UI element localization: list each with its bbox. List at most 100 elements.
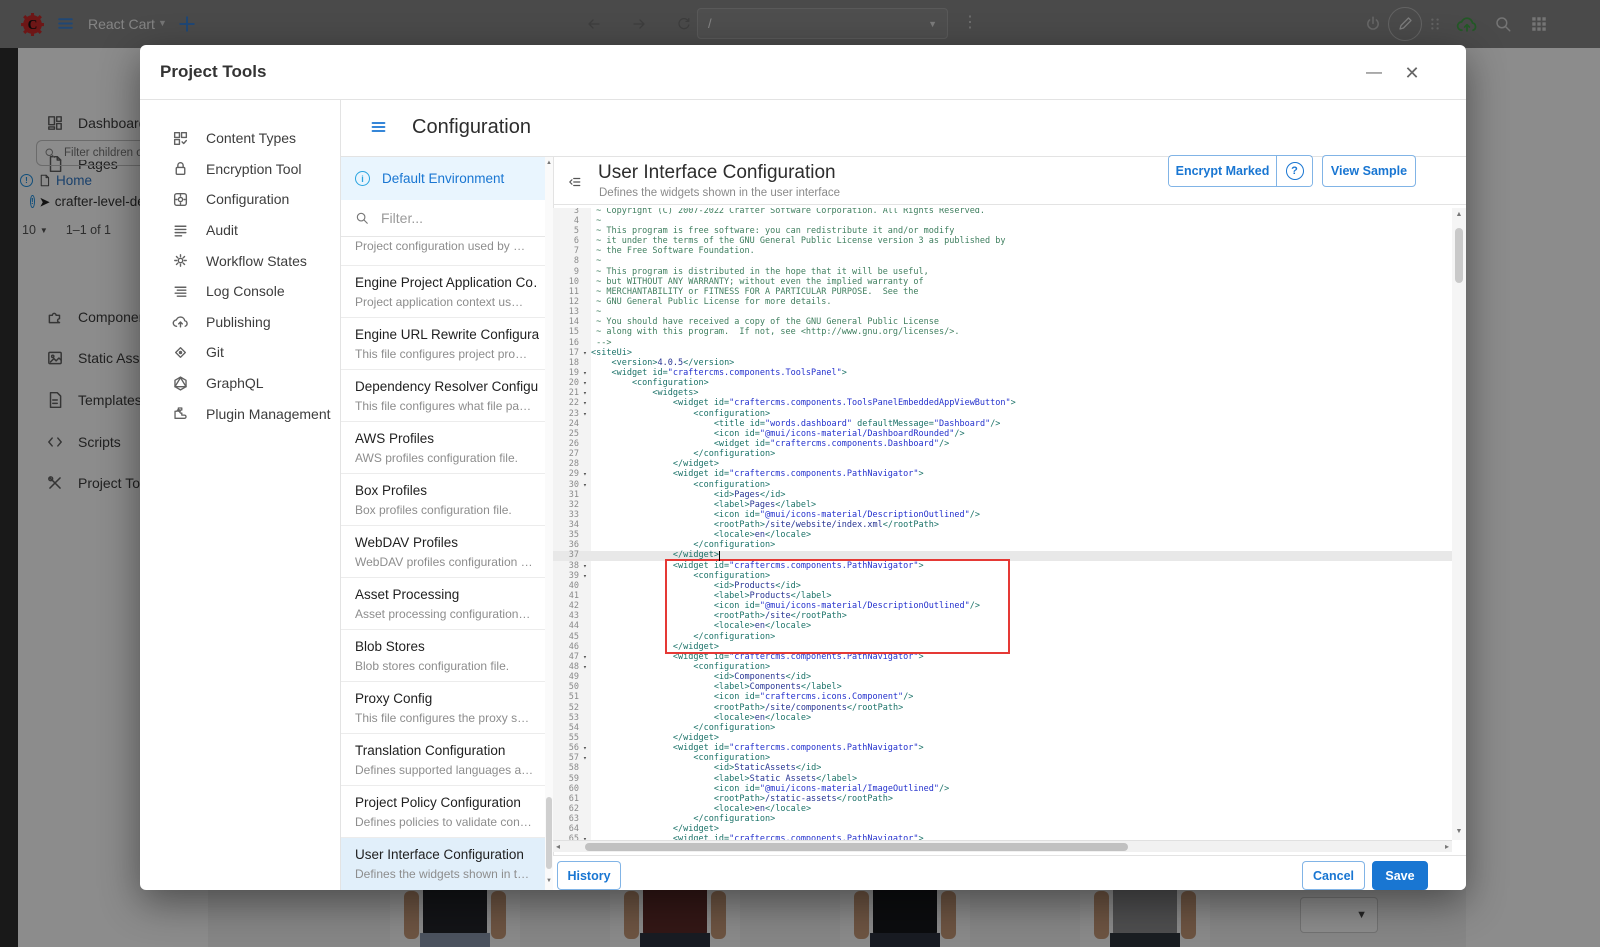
code-line-6[interactable]: 6 ~ it under the terms of the GNU Genera… xyxy=(553,236,1452,246)
code-line-5[interactable]: 5 ~ This program is free software: you c… xyxy=(553,226,1452,236)
code-line-26[interactable]: 26 <widget id="craftercms.components.Das… xyxy=(553,439,1452,449)
fold-caret-icon[interactable]: ▾ xyxy=(579,480,591,490)
code-line-59[interactable]: 59 <label>Static Assets</label> xyxy=(553,774,1452,784)
code-line-61[interactable]: 61 <rootPath>/static-assets</rootPath> xyxy=(553,794,1452,804)
fold-caret-icon[interactable]: ▾ xyxy=(579,398,591,408)
code-line-55[interactable]: 55 </widget> xyxy=(553,733,1452,743)
editor-hscroll-thumb[interactable] xyxy=(585,843,1128,851)
code-line-62[interactable]: 62 <locale>en</locale> xyxy=(553,804,1452,814)
config-file-item[interactable]: AWS ProfilesAWS profiles configuration f… xyxy=(341,422,545,474)
code-line-25[interactable]: 25 <icon id="@mui/icons-material/Dashboa… xyxy=(553,429,1452,439)
config-file-item[interactable]: Dependency Resolver Configur…This file c… xyxy=(341,370,545,422)
fold-caret-icon[interactable]: ▾ xyxy=(579,348,591,358)
fold-caret-icon[interactable]: ▾ xyxy=(579,409,591,419)
cancel-button[interactable]: Cancel xyxy=(1302,861,1365,890)
code-line-60[interactable]: 60 <icon id="@mui/icons-material/ImageOu… xyxy=(553,784,1452,794)
dialog-nav-configuration[interactable]: Configuration xyxy=(140,184,340,215)
code-line-23[interactable]: 23▾ <configuration> xyxy=(553,409,1452,419)
code-line-50[interactable]: 50 <label>Components</label> xyxy=(553,682,1452,692)
code-line-41[interactable]: 41 <label>Products</label> xyxy=(553,591,1452,601)
code-line-52[interactable]: 52 <rootPath>/site/components</rootPath> xyxy=(553,703,1452,713)
config-file-item[interactable]: Proxy ConfigThis file configures the pro… xyxy=(341,682,545,734)
scroll-down-icon[interactable]: ▼ xyxy=(545,878,553,884)
fold-caret-icon[interactable]: ▾ xyxy=(579,368,591,378)
code-line-47[interactable]: 47▾ <widget id="craftercms.components.Pa… xyxy=(553,652,1452,662)
code-line-10[interactable]: 10 ~ but WITHOUT ANY WARRANTY; without e… xyxy=(553,277,1452,287)
code-editor[interactable]: 3 ~ Copyright (C) 2007-2022 Crafter Soft… xyxy=(553,208,1452,840)
code-line-32[interactable]: 32 <label>Pages</label> xyxy=(553,500,1452,510)
config-file-item[interactable]: Engine Project Application Co…Project ap… xyxy=(341,266,545,318)
code-line-14[interactable]: 14 ~ You should have received a copy of … xyxy=(553,317,1452,327)
code-line-54[interactable]: 54 </configuration> xyxy=(553,723,1452,733)
editor-vscrollbar[interactable]: ▲ ▼ xyxy=(1452,208,1466,840)
code-line-36[interactable]: 36 </configuration> xyxy=(553,540,1452,550)
scroll-right-icon[interactable]: ▸ xyxy=(1445,842,1449,851)
code-line-49[interactable]: 49 <id>Components</id> xyxy=(553,672,1452,682)
code-line-58[interactable]: 58 <id>StaticAssets</id> xyxy=(553,763,1452,773)
code-line-27[interactable]: 27 </configuration> xyxy=(553,449,1452,459)
code-line-12[interactable]: 12 ~ GNU General Public License for more… xyxy=(553,297,1452,307)
fold-caret-icon[interactable]: ▾ xyxy=(579,753,591,763)
code-line-22[interactable]: 22▾ <widget id="craftercms.components.To… xyxy=(553,398,1452,408)
code-line-57[interactable]: 57▾ <configuration> xyxy=(553,753,1452,763)
list-scroll-thumb[interactable] xyxy=(546,797,552,869)
config-file-item[interactable]: Blob StoresBlob stores configuration fil… xyxy=(341,630,545,682)
code-line-56[interactable]: 56▾ <widget id="craftercms.components.Pa… xyxy=(553,743,1452,753)
config-file-item[interactable]: Box ProfilesBox profiles configuration f… xyxy=(341,474,545,526)
config-file-item[interactable]: User Interface ConfigurationDefines the … xyxy=(341,838,545,890)
config-filter[interactable] xyxy=(341,200,545,237)
encrypt-help-button[interactable]: ? xyxy=(1277,156,1312,186)
code-line-39[interactable]: 39▾ <configuration> xyxy=(553,571,1452,581)
code-line-11[interactable]: 11 ~ MERCHANTABILITY or FITNESS FOR A PA… xyxy=(553,287,1452,297)
fold-caret-icon[interactable]: ▾ xyxy=(579,561,591,571)
dialog-nav-git[interactable]: Git xyxy=(140,337,340,368)
code-line-35[interactable]: 35 <locale>en</locale> xyxy=(553,530,1452,540)
dialog-nav-graphql[interactable]: GraphQL xyxy=(140,368,340,399)
code-line-8[interactable]: 8 ~ xyxy=(553,256,1452,266)
code-line-13[interactable]: 13 ~ xyxy=(553,307,1452,317)
code-line-65[interactable]: 65▾ <widget id="craftercms.components.Pa… xyxy=(553,834,1452,840)
dialog-nav-publishing[interactable]: Publishing xyxy=(140,307,340,338)
dialog-nav-plugin-management[interactable]: Plugin Management xyxy=(140,398,340,429)
code-line-44[interactable]: 44 <locale>en</locale> xyxy=(553,621,1452,631)
code-line-33[interactable]: 33 <icon id="@mui/icons-material/Descrip… xyxy=(553,510,1452,520)
code-line-45[interactable]: 45 </configuration> xyxy=(553,632,1452,642)
collapse-panel-icon[interactable] xyxy=(566,175,584,189)
code-line-17[interactable]: 17▾<siteUi> xyxy=(553,348,1452,358)
code-line-63[interactable]: 63 </configuration> xyxy=(553,814,1452,824)
encrypt-marked-button[interactable]: Encrypt Marked xyxy=(1169,156,1277,186)
dialog-nav-content-types[interactable]: Content Types xyxy=(140,123,340,154)
code-line-37[interactable]: 37 </widget> xyxy=(553,550,1452,560)
code-line-43[interactable]: 43 <rootPath>/site</rootPath> xyxy=(553,611,1452,621)
code-line-46[interactable]: 46 </widget> xyxy=(553,642,1452,652)
fold-caret-icon[interactable]: ▾ xyxy=(579,378,591,388)
editor-vscroll-thumb[interactable] xyxy=(1455,228,1463,283)
save-button[interactable]: Save xyxy=(1372,861,1428,890)
history-button[interactable]: History xyxy=(557,861,621,890)
code-line-29[interactable]: 29▾ <widget id="craftercms.components.Pa… xyxy=(553,469,1452,479)
code-line-20[interactable]: 20▾ <configuration> xyxy=(553,378,1452,388)
minimize-button[interactable]: — xyxy=(1362,61,1386,85)
config-file-item[interactable]: Project Policy ConfigurationDefines poli… xyxy=(341,786,545,838)
scroll-left-icon[interactable]: ◂ xyxy=(556,842,560,851)
dialog-nav-encryption-tool[interactable]: Encryption Tool xyxy=(140,154,340,185)
code-line-7[interactable]: 7 ~ the Free Software Foundation. xyxy=(553,246,1452,256)
scroll-up-icon[interactable]: ▲ xyxy=(1452,211,1466,218)
dialog-nav-log-console[interactable]: Log Console xyxy=(140,276,340,307)
fold-caret-icon[interactable]: ▾ xyxy=(579,652,591,662)
code-line-64[interactable]: 64 </widget> xyxy=(553,824,1452,834)
code-line-18[interactable]: 18 <version>4.0.5</version> xyxy=(553,358,1452,368)
view-sample-button[interactable]: View Sample xyxy=(1322,155,1416,187)
code-line-34[interactable]: 34 <rootPath>/site/website/index.xml</ro… xyxy=(553,520,1452,530)
config-file-item[interactable]: Asset ProcessingAsset processing configu… xyxy=(341,578,545,630)
config-file-item[interactable]: Project configuration used by … xyxy=(341,237,545,266)
code-line-21[interactable]: 21▾ <widgets> xyxy=(553,388,1452,398)
dialog-nav-workflow-states[interactable]: Workflow States xyxy=(140,245,340,276)
fold-caret-icon[interactable]: ▾ xyxy=(579,469,591,479)
config-file-item[interactable]: Translation ConfigurationDefines support… xyxy=(341,734,545,786)
config-filter-input[interactable] xyxy=(379,209,529,227)
close-button[interactable]: ✕ xyxy=(1400,61,1424,85)
code-line-9[interactable]: 9 ~ This program is distributed in the h… xyxy=(553,267,1452,277)
fold-caret-icon[interactable]: ▾ xyxy=(579,834,591,840)
dialog-nav-audit[interactable]: Audit xyxy=(140,215,340,246)
